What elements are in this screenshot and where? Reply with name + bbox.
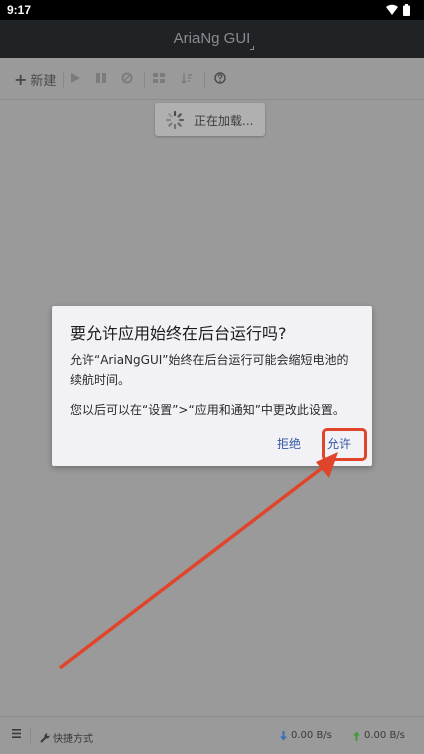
loading-spinner-icon (165, 110, 185, 130)
resize-corner-icon (250, 46, 254, 50)
download-speed: 0.00 B/s (279, 730, 332, 741)
delete-icon[interactable] (121, 72, 133, 84)
loading-indicator: 正在加载... (155, 103, 265, 136)
menu-icon[interactable] (12, 729, 21, 738)
dialog-title: 要允许应用始终在后台运行吗? (70, 324, 287, 343)
upload-speed: 0.00 B/s (352, 730, 405, 741)
loading-text: 正在加载... (194, 114, 254, 128)
new-task-label: 新建 (30, 73, 57, 89)
arrow-up-icon (353, 731, 360, 741)
wrench-icon (40, 733, 50, 743)
shortcut-label: 快捷方式 (53, 734, 93, 745)
bottom-bar: 快捷方式 0.00 B/s 0.00 B/s (0, 716, 424, 754)
upload-speed-value: 0.00 B/s (364, 730, 405, 741)
play-icon[interactable] (69, 72, 81, 84)
battery-icon (403, 4, 410, 16)
app-title: AriaNg GUI (173, 30, 251, 47)
status-bar: 9:17 (0, 0, 424, 20)
deny-button[interactable]: 拒绝 (277, 435, 301, 452)
toolbar-divider (144, 72, 145, 88)
plus-icon: + (14, 69, 28, 89)
dialog-settings-hint: 您以后可以在“设置”>“应用和通知”中更改此设置。 (70, 403, 345, 417)
help-icon[interactable] (214, 72, 226, 84)
new-task-button[interactable]: + 新建 (14, 69, 57, 89)
app-bar: AriaNg GUI (0, 20, 424, 58)
sort-icon[interactable] (181, 72, 193, 84)
toolbar-divider (63, 72, 64, 88)
grid-view-icon[interactable] (153, 72, 165, 84)
shortcut-button[interactable]: 快捷方式 (40, 730, 93, 745)
allow-button-highlight (322, 428, 367, 461)
toolbar-divider (204, 72, 205, 88)
download-speed-value: 0.00 B/s (291, 730, 332, 741)
toolbar: + 新建 (0, 58, 424, 100)
status-time: 9:17 (7, 3, 32, 17)
bottom-bar-divider (30, 727, 31, 743)
dialog-message: 允许“AriaNgGUI”始终在后台运行可能会缩短电池的续航时间。 (70, 353, 349, 387)
wifi-icon (386, 4, 398, 15)
pause-icon[interactable] (95, 72, 107, 84)
arrow-down-icon (280, 730, 287, 740)
